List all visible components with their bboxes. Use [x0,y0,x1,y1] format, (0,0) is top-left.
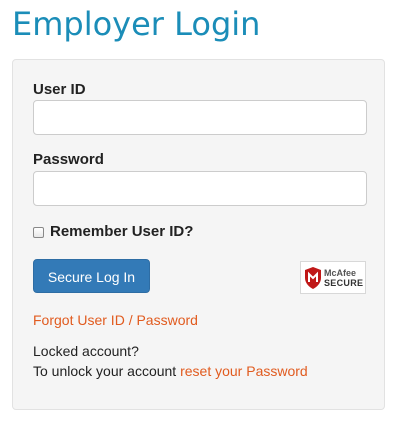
page-title: Employer Login [12,5,261,43]
user-id-label: User ID [33,81,86,98]
password-label: Password [33,151,104,168]
remember-user-id-row[interactable]: Remember User ID? [33,223,193,241]
mcafee-secure-badge[interactable]: McAfee SECURE [300,261,366,294]
secure-login-button[interactable]: Secure Log In [33,259,150,293]
unlock-account-line: To unlock your account reset your Passwo… [33,362,308,380]
reset-password-link[interactable]: reset your Password [180,363,308,379]
locked-account-text: Locked account? [33,343,139,359]
mcafee-shield-icon [305,266,321,289]
login-panel: User ID Password Remember User ID? Secur… [12,59,385,410]
password-input[interactable] [33,171,367,206]
forgot-credentials-link[interactable]: Forgot User ID / Password [33,311,198,329]
remember-user-id-label[interactable]: Remember User ID? [50,223,193,241]
user-id-input[interactable] [33,100,367,135]
unlock-prefix-text: To unlock your account [33,363,181,379]
remember-user-id-checkbox[interactable] [33,226,44,238]
mcafee-brand-text: McAfee [324,267,357,278]
mcafee-secure-text: SECURE [324,277,364,288]
